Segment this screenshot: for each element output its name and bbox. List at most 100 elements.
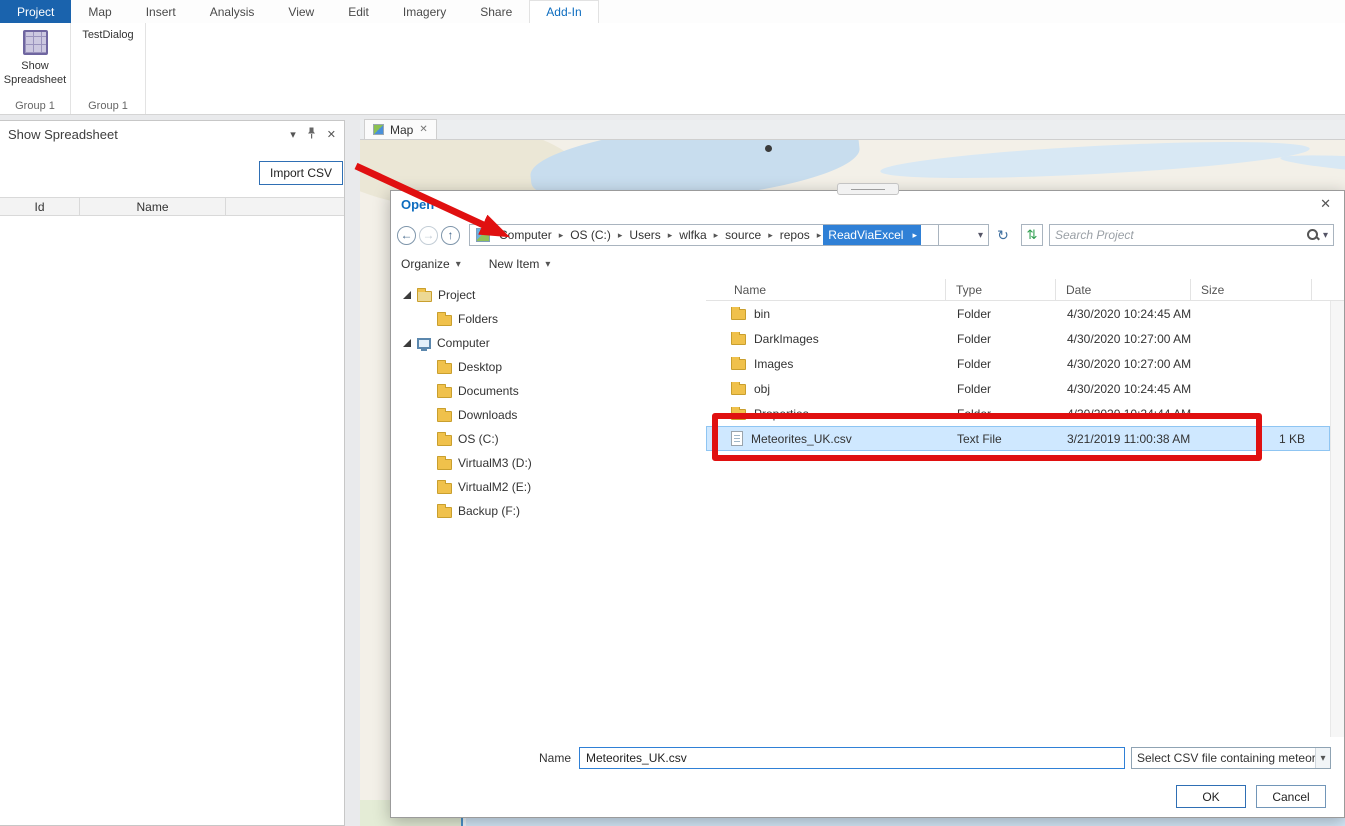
tree-item-label: VirtualM3 (D:) <box>458 456 532 470</box>
expander-icon[interactable] <box>401 288 415 302</box>
folder-icon <box>437 311 452 326</box>
tree-item-backup-f[interactable]: Backup (F:) <box>391 499 706 523</box>
breadcrumb-segment-wlfka[interactable]: wlfka <box>674 225 711 245</box>
expander-icon[interactable] <box>401 336 415 350</box>
ribbon-tab-addin[interactable]: Add-In <box>529 0 599 23</box>
breadcrumb-arrow-icon[interactable]: ▸ <box>908 225 921 245</box>
ribbon: Show Spreadsheet Group 1 TestDialog Grou… <box>0 23 1345 826</box>
computer-icon <box>417 337 431 351</box>
pin-icon[interactable] <box>307 127 316 142</box>
sort-button[interactable]: ⇅ <box>1021 224 1043 246</box>
file-row-properties[interactable]: Properties Folder 4/30/2020 10:24:44 AM <box>706 401 1330 426</box>
map-river-shape <box>1279 150 1345 186</box>
breadcrumb-segment-users[interactable]: Users <box>624 225 665 245</box>
folder-icon <box>731 406 746 420</box>
new-item-button[interactable]: New Item ▾ <box>489 257 551 271</box>
breadcrumb-arrow-icon[interactable]: ▸ <box>557 225 566 245</box>
ribbon-tab-view[interactable]: View <box>271 0 331 23</box>
column-header-type[interactable]: Type <box>946 279 1056 300</box>
breadcrumb-segment-os-c[interactable]: OS (C:) <box>565 225 616 245</box>
breadcrumb[interactable]: Computer ▸ OS (C:) ▸ Users ▸ wlfka ▸ source ▸ repo… <box>469 224 939 246</box>
ribbon-tab-analysis[interactable]: Analysis <box>193 0 272 23</box>
tree-item-desktop[interactable]: Desktop <box>391 355 706 379</box>
tree-item-computer[interactable]: Computer <box>391 331 706 355</box>
tree-item-label: Computer <box>437 336 490 350</box>
map-view-tab[interactable]: Map ✕ <box>364 119 437 139</box>
file-name-input[interactable] <box>579 747 1125 769</box>
organize-button[interactable]: Organize ▾ <box>401 257 461 271</box>
tree-item-virtualm2-e[interactable]: VirtualM2 (E:) <box>391 475 706 499</box>
pane-menu-icon[interactable]: ▾ <box>290 128 296 141</box>
ribbon-tab-insert[interactable]: Insert <box>129 0 193 23</box>
ribbon-tab-edit[interactable]: Edit <box>331 0 386 23</box>
tree-item-downloads[interactable]: Downloads <box>391 403 706 427</box>
file-date: 4/30/2020 10:24:44 AM <box>1067 406 1192 421</box>
search-icon[interactable] <box>1306 228 1320 242</box>
chevron-down-icon: ▾ <box>455 258 461 270</box>
pane-close-icon[interactable]: ✕ <box>327 128 336 141</box>
folder-icon <box>437 383 452 398</box>
show-spreadsheet-button[interactable]: Show Spreadsheet <box>2 26 68 90</box>
breadcrumb-arrow-icon[interactable]: ▸ <box>666 225 675 245</box>
column-header-size[interactable]: Size <box>1191 279 1312 300</box>
refresh-icon: ↻ <box>997 226 1009 243</box>
file-row-images[interactable]: Images Folder 4/30/2020 10:27:00 AM <box>706 351 1330 376</box>
folder-icon <box>437 479 452 494</box>
breadcrumb-arrow-icon[interactable]: ▸ <box>616 225 625 245</box>
folder-icon <box>437 407 452 422</box>
organize-label: Organize <box>401 257 450 271</box>
ribbon-tab-share[interactable]: Share <box>463 0 529 23</box>
file-list-scrollbar[interactable] <box>1330 301 1344 737</box>
breadcrumb-arrow-icon[interactable]: ▸ <box>712 225 721 245</box>
tree-item-os-c[interactable]: OS (C:) <box>391 427 706 451</box>
tree-item-virtualm3-d[interactable]: VirtualM3 (D:) <box>391 451 706 475</box>
refresh-button[interactable]: ↻ <box>993 225 1013 245</box>
breadcrumb-segment-repos[interactable]: repos <box>775 225 815 245</box>
ok-button[interactable]: OK <box>1176 785 1246 808</box>
file-row-bin[interactable]: bin Folder 4/30/2020 10:24:45 AM <box>706 301 1330 326</box>
chevron-down-icon[interactable]: ▾ <box>1323 230 1328 241</box>
tree-item-folders[interactable]: Folders <box>391 307 706 331</box>
tree-item-documents[interactable]: Documents <box>391 379 706 403</box>
map-tab-close-icon[interactable]: ✕ <box>419 124 427 135</box>
pane-title: Show Spreadsheet <box>8 127 118 142</box>
open-dialog: Open ✕ ← → ↑ Computer ▸ OS (C:) ▸ Users ▸ wlfk… <box>390 183 1345 818</box>
search-input[interactable] <box>1055 228 1303 242</box>
pane-header: Show Spreadsheet ▾ ✕ <box>0 121 344 148</box>
ribbon-tab-project[interactable]: Project <box>0 0 72 23</box>
cancel-button[interactable]: Cancel <box>1256 785 1326 808</box>
file-row-meteorites-uk-csv[interactable]: Meteorites_UK.csv Text File 3/21/2019 11:0… <box>706 426 1330 451</box>
file-type-filter-dropdown[interactable]: Select CSV file containing meteorit ▾ <box>1131 747 1331 769</box>
ribbon-tab-map[interactable]: Map <box>71 0 128 23</box>
forward-button[interactable]: → <box>419 225 438 245</box>
back-button[interactable]: ← <box>397 225 416 245</box>
dialog-drag-grip[interactable] <box>836 183 899 195</box>
tree-item-label: Desktop <box>458 360 503 374</box>
file-row-obj[interactable]: obj Folder 4/30/2020 10:24:45 AM <box>706 376 1330 401</box>
testdialog-button[interactable]: TestDialog <box>75 26 1345 826</box>
folder-icon <box>437 431 452 446</box>
column-header-name[interactable]: Name <box>706 279 946 300</box>
breadcrumb-arrow-icon[interactable]: ▸ <box>815 225 824 245</box>
breadcrumb-history-dropdown[interactable]: ▾ <box>939 224 989 246</box>
breadcrumb-segment-readviaexcel[interactable]: ReadViaExcel <box>823 225 909 245</box>
dialog-close-icon[interactable]: ✕ <box>1320 196 1331 212</box>
up-button[interactable]: ↑ <box>441 225 460 245</box>
tree-item-label: OS (C:) <box>458 432 499 446</box>
column-header-name[interactable]: Name <box>80 198 226 215</box>
column-header-id[interactable]: Id <box>0 198 80 215</box>
column-header-date[interactable]: Date <box>1056 279 1191 300</box>
tree-item-project[interactable]: Project <box>391 283 706 307</box>
import-csv-button[interactable]: Import CSV <box>259 161 343 185</box>
folder-icon <box>731 331 746 345</box>
breadcrumb-arrow-icon[interactable]: ▸ <box>766 225 775 245</box>
breadcrumb-segment-source[interactable]: source <box>720 225 766 245</box>
breadcrumb-segment-computer[interactable]: Computer <box>494 225 557 245</box>
file-row-darkimages[interactable]: DarkImages Folder 4/30/2020 10:27:00 AM <box>706 326 1330 351</box>
file-type: Folder <box>957 356 992 371</box>
ribbon-tab-imagery[interactable]: Imagery <box>386 0 463 23</box>
